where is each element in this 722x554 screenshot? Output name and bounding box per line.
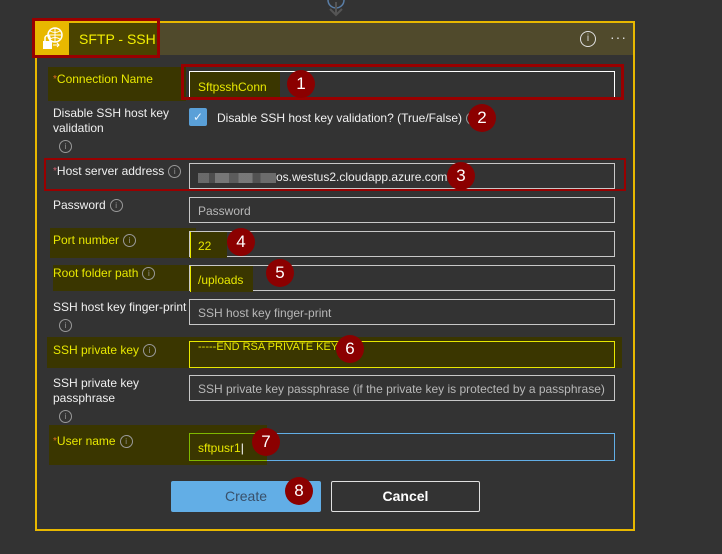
private-key-input[interactable]: -----END RSA PRIVATE KEY <box>189 341 615 368</box>
annotation-box-connection-name <box>181 64 624 100</box>
user-name-value: sftpusr1| <box>198 441 244 455</box>
passphrase-label: SSH private key passphrase i <box>53 376 140 423</box>
annotation-badge: 2 <box>468 104 496 132</box>
user-name-label: *User name i <box>53 434 133 449</box>
cancel-button[interactable]: Cancel <box>331 481 480 512</box>
info-icon[interactable]: i <box>119 435 133 449</box>
connection-name-label: *Connection Name <box>53 72 153 86</box>
annotation-badge: 4 <box>227 228 255 256</box>
connector-arrow-icon <box>327 0 345 17</box>
root-folder-label: Root folder path i <box>53 266 156 281</box>
password-input[interactable]: Password <box>189 197 615 223</box>
annotation-box-host-server <box>44 158 626 191</box>
info-icon[interactable]: i <box>123 234 137 248</box>
disable-validation-checkbox-label: Disable SSH host key validation? (True/F… <box>217 111 479 126</box>
root-folder-value: /uploads <box>198 273 244 287</box>
info-icon[interactable]: i <box>580 31 596 47</box>
disable-validation-checkbox[interactable]: ✓ <box>189 108 207 126</box>
passphrase-input[interactable]: SSH private key passphrase (if the priva… <box>189 375 615 401</box>
annotation-badge: 5 <box>266 259 294 287</box>
info-icon[interactable]: i <box>59 410 72 423</box>
annotation-badge: 8 <box>285 477 313 505</box>
annotation-badge: 7 <box>252 428 280 456</box>
port-value: 22 <box>198 239 212 253</box>
disable-validation-label: Disable SSH host key validation i <box>53 106 170 153</box>
private-key-label: SSH private key i <box>53 343 157 358</box>
fingerprint-input[interactable]: SSH host key finger-print <box>189 299 615 325</box>
annotation-badge: 1 <box>287 70 315 98</box>
fingerprint-label: SSH host key finger-print i <box>53 300 187 332</box>
more-options-icon[interactable]: ··· <box>610 29 627 45</box>
info-icon[interactable]: i <box>59 319 72 332</box>
info-icon[interactable]: i <box>142 267 156 281</box>
info-icon[interactable]: i <box>59 140 72 153</box>
port-label: Port number i <box>53 233 137 248</box>
info-icon[interactable]: i <box>109 199 123 213</box>
annotation-badge: 3 <box>447 162 475 190</box>
password-label: Password i <box>53 198 123 213</box>
info-icon[interactable]: i <box>143 344 157 358</box>
annotation-badge: 6 <box>336 335 364 363</box>
annotation-box-title <box>32 18 160 58</box>
